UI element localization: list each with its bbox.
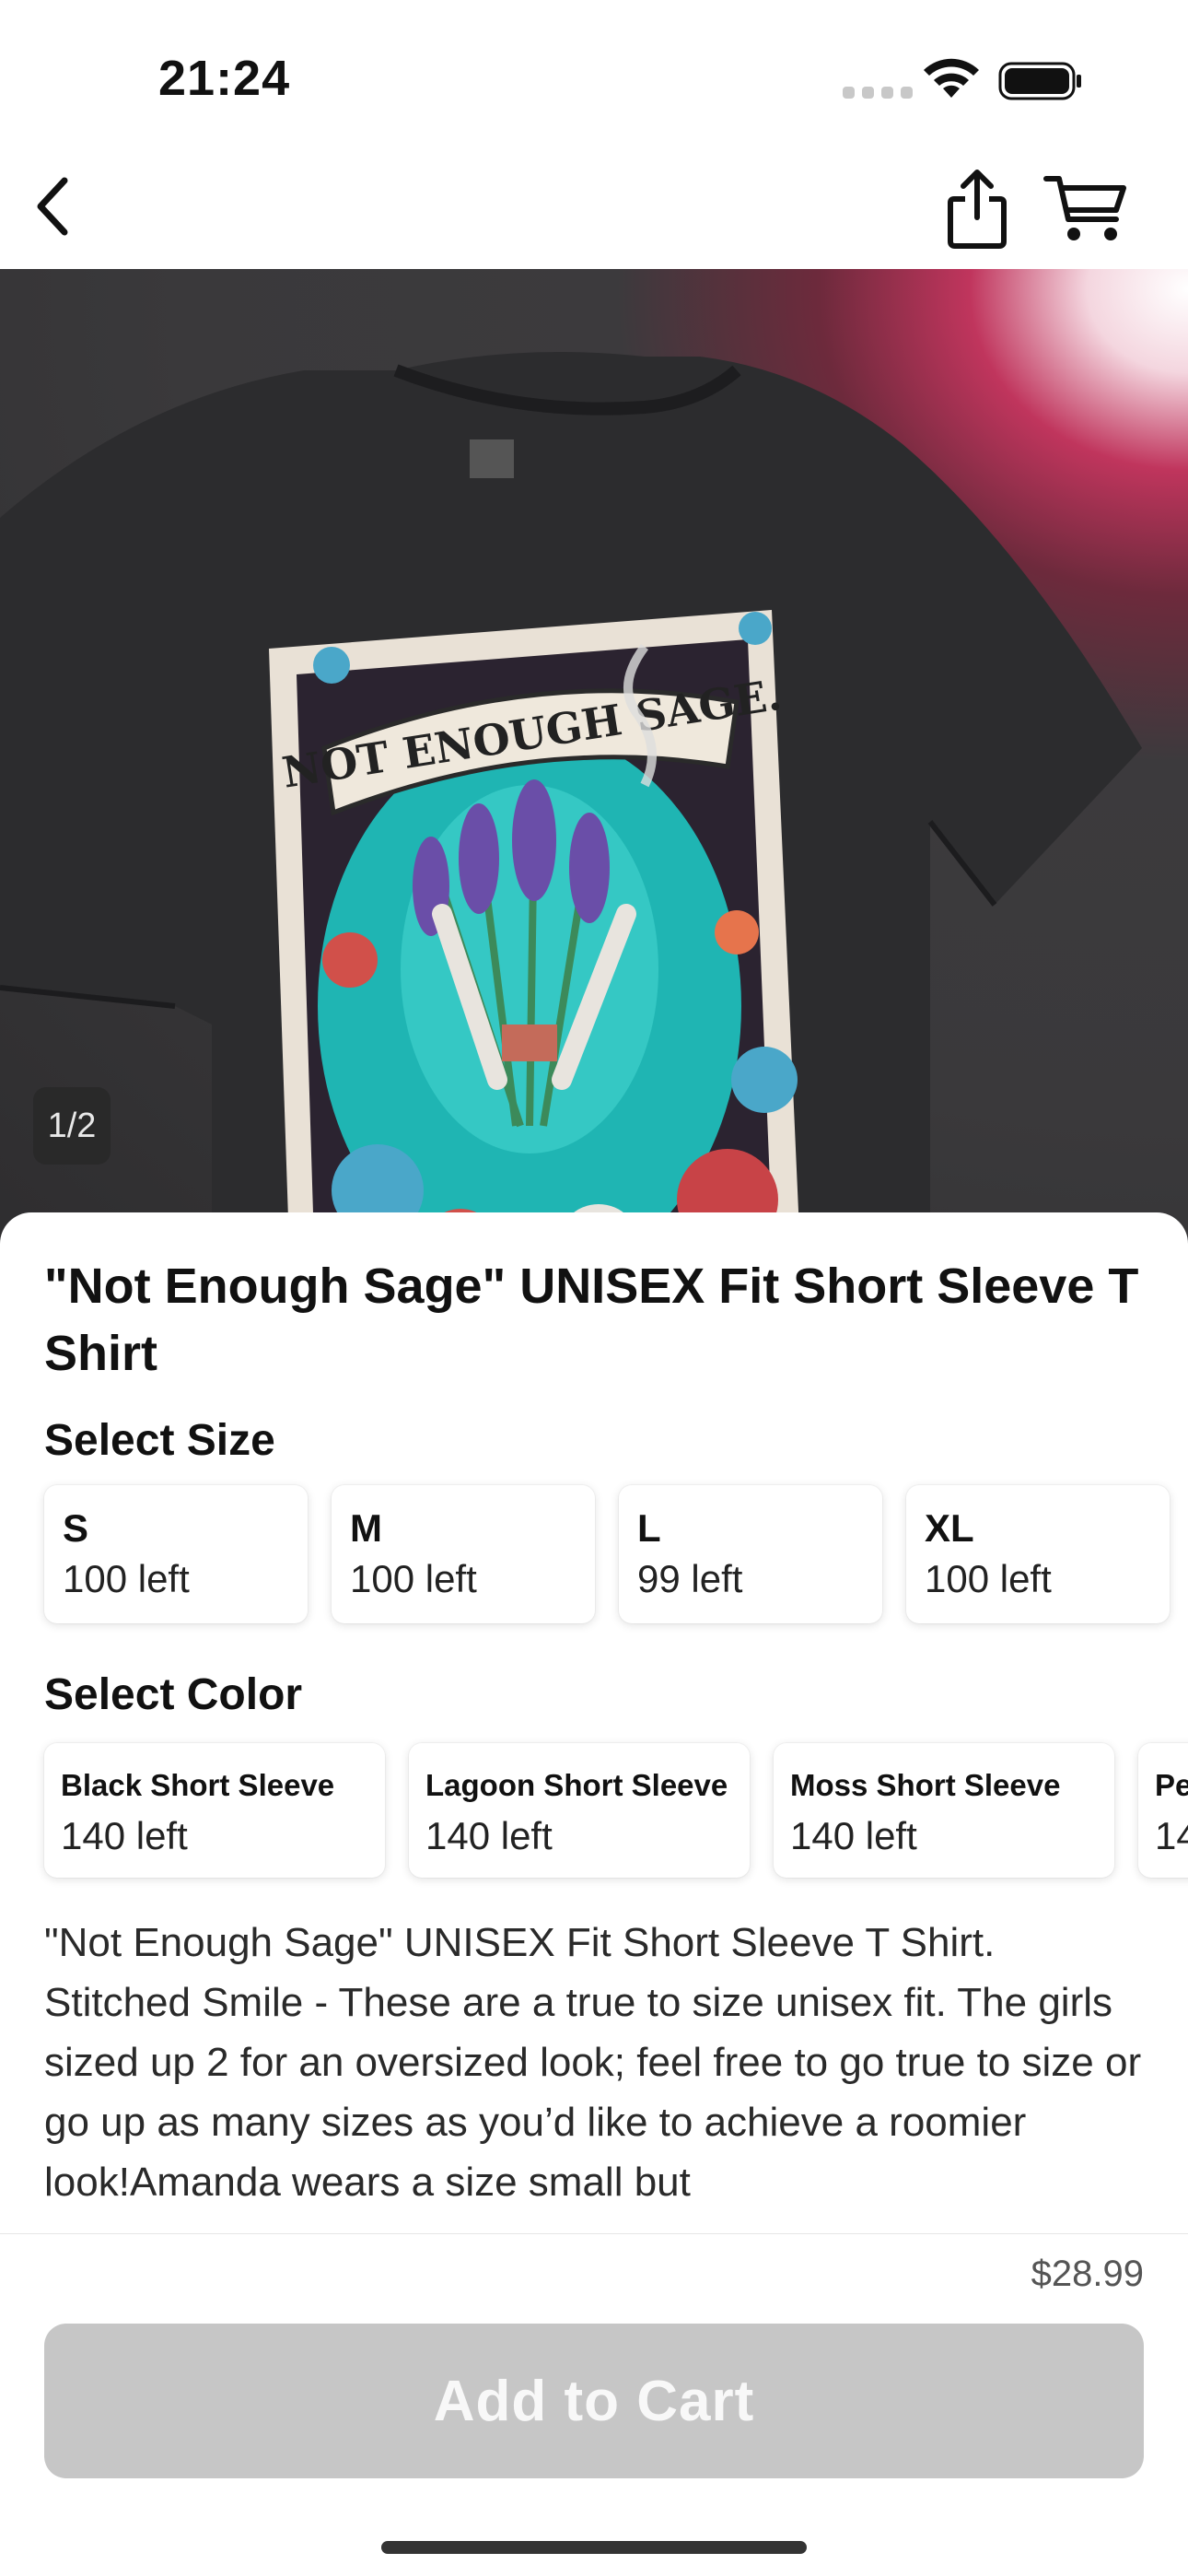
product-image-carousel[interactable]: NOT ENOUGH SAGE. xyxy=(0,269,1188,1273)
wifi-icon xyxy=(924,58,979,98)
product-price: $28.99 xyxy=(1031,2254,1144,2294)
select-color-label: Select Color xyxy=(44,1670,303,1719)
size-stock: 100 left xyxy=(925,1557,1052,1600)
size-stock: 99 left xyxy=(637,1557,743,1600)
color-stock: 140 left xyxy=(425,1814,553,1857)
size-name: M xyxy=(350,1506,382,1550)
back-button[interactable] xyxy=(26,170,81,243)
size-stock: 100 left xyxy=(63,1557,190,1600)
product-description: "Not Enough Sage" UNISEX Fit Short Sleev… xyxy=(44,1920,1142,2205)
color-name: Moss Short Sleeve xyxy=(790,1768,1061,1802)
color-stock: 140 left xyxy=(790,1814,917,1857)
color-options: Black Short Sleeve 140 left Lagoon Short… xyxy=(44,1743,1188,1878)
color-option-lagoon[interactable]: Lagoon Short Sleeve 140 left xyxy=(409,1743,750,1878)
size-name: XL xyxy=(925,1506,974,1550)
size-options: S 100 left M 100 left L 99 left XL 100 l… xyxy=(44,1485,1170,1623)
color-name: Lagoon Short Sleeve xyxy=(425,1768,728,1802)
color-option-black[interactable]: Black Short Sleeve 140 left xyxy=(44,1743,385,1878)
share-button[interactable] xyxy=(945,168,1009,251)
status-time: 21:24 xyxy=(158,51,291,106)
color-stock: 14 xyxy=(1155,1814,1188,1857)
size-option-s[interactable]: S 100 left xyxy=(44,1485,308,1623)
size-option-l[interactable]: L 99 left xyxy=(619,1485,882,1623)
cart-icon[interactable] xyxy=(1042,171,1131,245)
color-option-partial[interactable]: Pe 14 xyxy=(1138,1743,1188,1878)
size-option-m[interactable]: M 100 left xyxy=(332,1485,595,1623)
color-options-scroller[interactable]: Black Short Sleeve 140 left Lagoon Short… xyxy=(0,1732,1188,1898)
cellular-signal-icon xyxy=(843,87,913,99)
size-name: S xyxy=(63,1506,89,1550)
image-counter-badge: 1/2 xyxy=(33,1087,111,1165)
product-page: 21:24 NOT ENOUGH SAGE. 1/2 "Not Enough S… xyxy=(0,0,1188,2576)
color-name: Black Short Sleeve xyxy=(61,1768,335,1802)
select-size-label: Select Size xyxy=(44,1416,275,1465)
size-stock: 100 left xyxy=(350,1557,477,1600)
home-indicator[interactable] xyxy=(381,2541,807,2554)
chevron-left-icon xyxy=(37,177,68,236)
color-option-moss[interactable]: Moss Short Sleeve 140 left xyxy=(774,1743,1114,1878)
battery-icon xyxy=(998,62,1081,100)
color-name: Pe xyxy=(1155,1768,1188,1802)
tarot-print: NOT ENOUGH SAGE. xyxy=(269,610,801,1273)
color-stock: 140 left xyxy=(61,1814,188,1857)
add-to-cart-button[interactable]: Add to Cart xyxy=(44,2324,1144,2478)
product-title: "Not Enough Sage" UNISEX Fit Short Sleev… xyxy=(44,1259,1139,1381)
tshirt-illustration: NOT ENOUGH SAGE. xyxy=(0,352,1142,1273)
size-name: L xyxy=(637,1506,661,1550)
size-option-xl[interactable]: XL 100 left xyxy=(906,1485,1170,1623)
tshirt-tag xyxy=(470,439,514,478)
